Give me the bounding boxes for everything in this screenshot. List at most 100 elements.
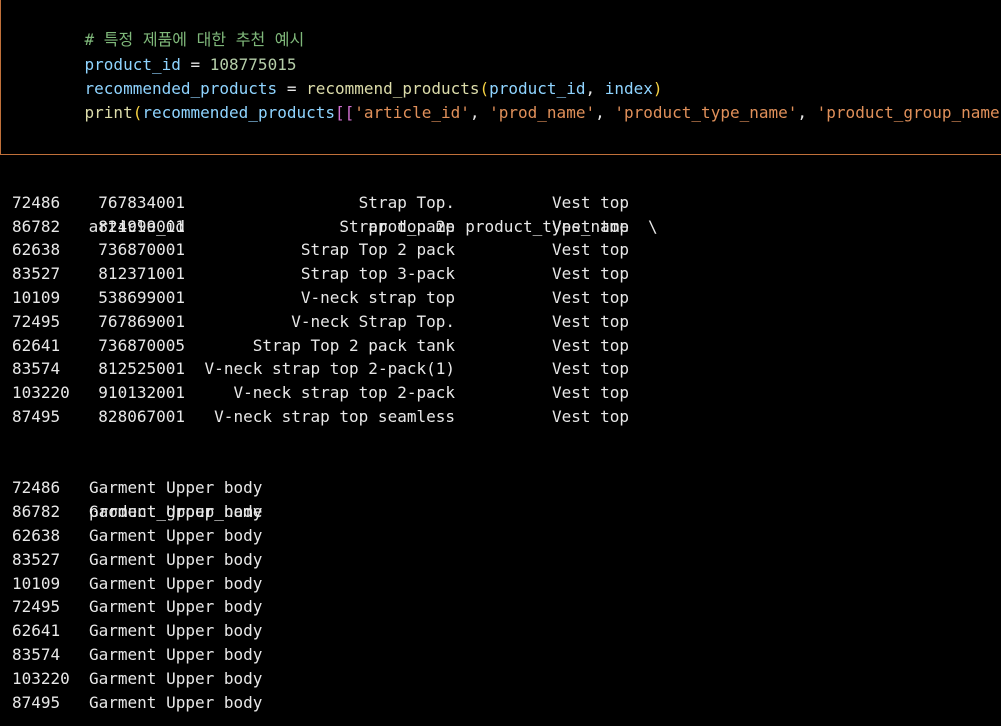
cell-product-group-name: Garment Upper body: [89, 573, 263, 593]
cell-product-type-name: Vest top: [551, 359, 629, 379]
cell-article-id: 910132001: [98, 383, 185, 403]
row-index: 87495: [12, 406, 61, 426]
row-index: 86782: [12, 216, 61, 236]
code-bracket: [[: [335, 103, 355, 122]
cell-product-type-name: Vest top: [551, 335, 629, 355]
table1-body: 72486 767834001 Strap Top. Vest top 86782 824…: [12, 191, 1001, 429]
cell-prod-name: V-neck strap top: [300, 287, 455, 307]
row-index: 10109: [12, 573, 61, 593]
cell-prod-name: Strap Top 2 pack tank: [252, 335, 455, 355]
cell-product-group-name: Garment Upper body: [89, 597, 263, 617]
row-index: 103220: [12, 383, 70, 403]
cell-article-id: 767869001: [98, 311, 185, 331]
cell-product-group-name: Garment Upper body: [89, 692, 263, 712]
row-index: 62641: [12, 335, 61, 355]
cell-prod-name: V-neck strap top 2-pack(1): [204, 359, 455, 379]
code-function: print: [84, 103, 133, 122]
cell-article-id: 812371001: [98, 264, 185, 284]
cell-product-group-name: Garment Upper body: [89, 621, 263, 641]
table-row: 103220 910132001 V-neck strap top 2-pack Ve…: [12, 381, 1001, 405]
table-row: 83527 812371001 Strap top 3-pack Vest top: [12, 262, 1001, 286]
code-separator: ,: [469, 103, 490, 122]
table-row: 72486 Garment Upper body: [12, 476, 1001, 500]
code-string: 'product_type_name': [614, 103, 798, 122]
cell-prod-name: Strap Top 2 pack: [300, 240, 455, 260]
cell-article-id: 736870005: [98, 335, 185, 355]
row-index: 62641: [12, 621, 61, 641]
table-row: 62638 Garment Upper body: [12, 524, 1001, 548]
cell-product-type-name: Vest top: [551, 311, 629, 331]
cell-product-type-name: Vest top: [551, 287, 629, 307]
table-row: 86782 824999001 Strap top 2p Vest top: [12, 215, 1001, 239]
blank-row: [12, 429, 1001, 453]
code-paren: (: [132, 103, 143, 122]
cell-prod-name: V-neck strap top seamless: [214, 406, 455, 426]
cell-article-id: 812525001: [98, 359, 185, 379]
code-line-recommend: recommended_products = recommend_product…: [46, 53, 663, 98]
cell-article-id: 767834001: [98, 192, 185, 212]
row-index: 83527: [12, 549, 61, 569]
code-line-comment: # 특정 제품에 대한 추천 예시: [46, 4, 305, 49]
cell-output: article_id prod_name product_type_name \…: [12, 167, 1001, 714]
row-index: 10109: [12, 287, 61, 307]
cell-product-type-name: Vest top: [551, 240, 629, 260]
row-index: 86782: [12, 502, 61, 522]
cell-product-type-name: Vest top: [551, 192, 629, 212]
table-row: 87495 828067001 V-neck strap top seamless V…: [12, 405, 1001, 429]
cell-article-id: 828067001: [98, 406, 185, 426]
row-index: 83527: [12, 264, 61, 284]
table-row: 72495 Garment Upper body: [12, 595, 1001, 619]
table-row: 62641 Garment Upper body: [12, 619, 1001, 643]
row-index: 87495: [12, 692, 61, 712]
table-row: 86782 Garment Upper body: [12, 500, 1001, 524]
row-index: 62638: [12, 240, 61, 260]
cell-product-group-name: Garment Upper body: [89, 502, 263, 522]
code-line-print: print(recommended_products[['article_id'…: [46, 77, 1001, 122]
table-row: 62641 736870005 Strap Top 2 pack tank Vest …: [12, 334, 1001, 358]
cell-prod-name: V-neck strap top 2-pack: [233, 383, 455, 403]
table-row: 83574 Garment Upper body: [12, 643, 1001, 667]
table-row: 83574 812525001 V-neck strap top 2-pack(1)…: [12, 357, 1001, 381]
code-string: 'prod_name': [489, 103, 596, 122]
row-index: 83574: [12, 644, 61, 664]
row-index: 103220: [12, 668, 70, 688]
cell-prod-name: V-neck Strap Top.: [291, 311, 455, 331]
cell-prod-name: Strap top 2p: [339, 216, 455, 236]
code-string: 'product_group_name': [816, 103, 1001, 122]
code-variable: recommended_products: [142, 103, 335, 122]
code-line-product-id: product_id = 108775015: [46, 29, 297, 74]
code-separator: ,: [595, 103, 615, 122]
cell-product-type-name: Vest top: [551, 406, 629, 426]
row-index: 72495: [12, 597, 61, 617]
cell-product-group-name: Garment Upper body: [89, 644, 263, 664]
row-index: 72495: [12, 311, 61, 331]
table2-body: 72486 Garment Upper body 86782 Garment Uppe…: [12, 476, 1001, 714]
table-row: 62638 736870001 Strap Top 2 pack Vest top: [12, 238, 1001, 262]
table-row: 72495 767869001 V-neck Strap Top. Vest top: [12, 310, 1001, 334]
cell-product-type-name: Vest top: [551, 264, 629, 284]
code-cell[interactable]: # 특정 제품에 대한 추천 예시 product_id = 108775015…: [0, 0, 1001, 155]
table1-header-row: article_id prod_name product_type_name \: [12, 167, 1001, 236]
cell-prod-name: Strap Top.: [358, 192, 455, 212]
row-index: 72486: [12, 192, 61, 212]
code-separator: ,: [797, 103, 817, 122]
table-row: 103220 Garment Upper body: [12, 667, 1001, 691]
cell-product-group-name: Garment Upper body: [89, 549, 263, 569]
cell-article-id: 736870001: [98, 240, 185, 260]
row-index: 72486: [12, 478, 61, 498]
cell-product-group-name: Garment Upper body: [89, 525, 263, 545]
row-index: 62638: [12, 525, 61, 545]
code-string: 'article_id': [354, 103, 470, 122]
table-row: 87495 Garment Upper body: [12, 691, 1001, 715]
table-row: 83527 Garment Upper body: [12, 548, 1001, 572]
cell-article-id: 538699001: [98, 287, 185, 307]
cell-product-group-name: Garment Upper body: [89, 478, 263, 498]
cell-product-type-name: Vest top: [551, 216, 629, 236]
cell-product-type-name: Vest top: [551, 383, 629, 403]
cell-product-group-name: Garment Upper body: [89, 668, 263, 688]
cell-article-id: 824999001: [98, 216, 185, 236]
row-index: 83574: [12, 359, 61, 379]
table-row: 72486 767834001 Strap Top. Vest top: [12, 191, 1001, 215]
table-row: 10109 538699001 V-neck strap top Vest top: [12, 286, 1001, 310]
table2-header-row: product_group_name: [12, 453, 1001, 521]
